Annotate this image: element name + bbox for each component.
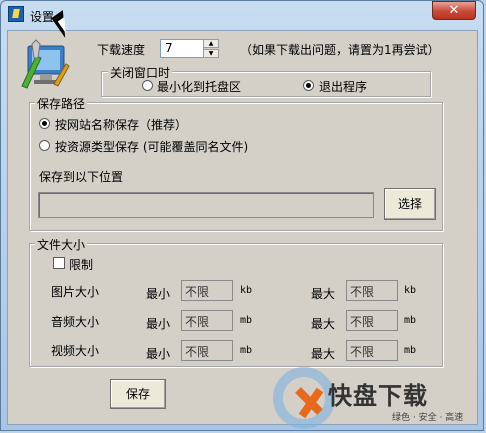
limit-checkbox[interactable] xyxy=(53,257,65,269)
spin-down-icon[interactable]: ▼ xyxy=(203,49,219,58)
save-path-input[interactable] xyxy=(38,192,374,218)
save-button[interactable]: 保存 xyxy=(110,379,166,409)
video-min-input[interactable]: 不限 xyxy=(181,340,233,361)
download-speed-input[interactable]: 7 xyxy=(160,39,204,58)
image-size-label: 图片大小 xyxy=(51,285,100,299)
app-icon xyxy=(8,6,24,22)
video-min-label: 最小 xyxy=(146,347,171,361)
file-size-group-title: 文件大小 xyxy=(35,236,88,253)
save-path-group-title: 保存路径 xyxy=(35,95,88,112)
radio-save-by-type-label: 按资源类型保存 (可能覆盖同名文件) xyxy=(55,140,249,154)
audio-max-input[interactable]: 不限 xyxy=(346,310,398,331)
video-max-input[interactable]: 不限 xyxy=(346,340,398,361)
download-speed-spinner[interactable]: ▲ ▼ xyxy=(203,39,219,58)
spin-up-icon[interactable]: ▲ xyxy=(203,39,219,48)
download-speed-label: 下载速度 xyxy=(97,43,146,57)
close-button[interactable]: ✕ xyxy=(432,1,476,20)
radio-exit-label: 退出程序 xyxy=(319,80,368,94)
watermark-slogan: 绿色 · 安全 · 高速 xyxy=(392,413,464,423)
image-min-label: 最小 xyxy=(146,287,171,301)
image-min-unit: kb xyxy=(240,285,253,296)
audio-min-label: 最小 xyxy=(146,317,171,331)
audio-max-unit: mb xyxy=(404,315,417,326)
limit-label: 限制 xyxy=(69,258,94,272)
audio-min-unit: mb xyxy=(240,315,253,326)
window-title: 设置 xyxy=(30,10,55,24)
radio-minimize-to-tray[interactable] xyxy=(142,80,153,91)
watermark: 快盘下载 绿色 · 安全 · 高速 xyxy=(268,360,484,432)
radio-save-by-type[interactable] xyxy=(39,140,50,151)
choose-folder-button[interactable]: 选择 xyxy=(384,188,436,220)
video-min-unit: mb xyxy=(240,345,253,356)
audio-min-input[interactable]: 不限 xyxy=(181,310,233,331)
video-size-label: 视频大小 xyxy=(51,344,100,358)
image-min-input[interactable]: 不限 xyxy=(181,280,233,301)
image-max-input[interactable]: 不限 xyxy=(346,280,398,301)
image-max-label: 最大 xyxy=(311,287,336,301)
radio-save-by-site-label: 按网站名称保存（推荐） xyxy=(55,118,188,132)
radio-exit-program[interactable] xyxy=(303,80,314,91)
save-location-label: 保存到以下位置 xyxy=(39,170,124,184)
audio-max-label: 最大 xyxy=(311,317,336,331)
radio-save-by-site[interactable] xyxy=(39,118,50,129)
watermark-brand: 快盘下载 xyxy=(328,382,428,410)
audio-size-label: 音频大小 xyxy=(51,315,100,329)
image-max-unit: kb xyxy=(404,285,417,296)
settings-tools-icon xyxy=(21,39,70,89)
download-speed-hint: （如果下载出问题，请置为1再尝试） xyxy=(240,43,440,57)
radio-minimize-label: 最小化到托盘区 xyxy=(157,80,242,94)
video-max-unit: mb xyxy=(404,345,417,356)
